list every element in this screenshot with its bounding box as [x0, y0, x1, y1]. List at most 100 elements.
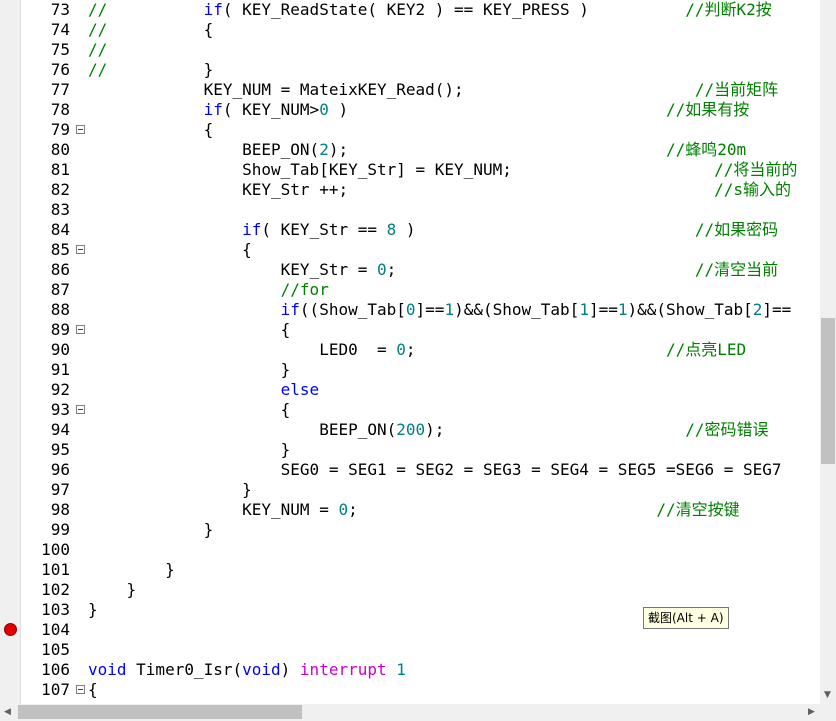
code-line[interactable]: 97 } — [0, 480, 820, 500]
code-line[interactable]: 87 //for — [0, 280, 820, 300]
code-token: } — [88, 520, 214, 539]
code-number: 0 — [376, 260, 387, 279]
code-text[interactable]: BEEP_ON(2); //蜂鸣20m — [88, 140, 746, 160]
screenshot-tooltip: 截图(Alt + A) — [643, 607, 729, 629]
code-line[interactable]: 83 — [0, 200, 820, 220]
code-line[interactable]: 92 else — [0, 380, 820, 400]
vertical-scroll-thumb[interactable] — [821, 318, 835, 464]
scroll-left-arrow-icon[interactable]: ◀ — [4, 707, 11, 717]
code-line[interactable]: 101 } — [0, 560, 820, 580]
code-text[interactable]: { — [88, 680, 98, 700]
fold-toggle-icon[interactable] — [76, 685, 85, 694]
code-text[interactable]: else — [88, 380, 320, 400]
code-comment: //当前矩阵 — [694, 80, 779, 99]
code-line[interactable]: 90 LED0 = 0; //点亮LED — [0, 340, 820, 360]
code-token: ; — [386, 260, 397, 279]
code-line[interactable]: 77 KEY_NUM = MateixKEY_Read(); //当前矩阵 — [0, 80, 820, 100]
code-text[interactable]: void Timer0_Isr(void) interrupt 1 — [88, 660, 406, 680]
code-text[interactable]: //for — [88, 280, 329, 300]
code-text[interactable]: { — [88, 400, 291, 420]
code-text[interactable]: BEEP_ON(200); //密码错误 — [88, 420, 768, 440]
code-text[interactable]: } — [88, 580, 137, 600]
code-text[interactable]: // — [88, 40, 107, 60]
code-line[interactable]: 89 { — [0, 320, 820, 340]
code-line[interactable]: 84 if( KEY_Str == 8 ) //如果密码 — [0, 220, 820, 240]
code-line[interactable]: 75 // — [0, 40, 820, 60]
code-keyword: if — [280, 300, 300, 319]
code-line[interactable]: 99 } — [0, 520, 820, 540]
code-line[interactable]: 96 SEG0 = SEG1 = SEG2 = SEG3 = SEG4 = SE… — [0, 460, 820, 480]
code-line[interactable]: 95 } — [0, 440, 820, 460]
code-token: ]== — [762, 300, 792, 319]
line-number: 87 — [50, 280, 70, 299]
code-comment: //如果有按 — [665, 100, 750, 119]
code-text[interactable]: } — [88, 360, 291, 380]
code-text[interactable]: } — [88, 600, 98, 620]
code-text[interactable]: LED0 = 0; //点亮LED — [88, 340, 746, 360]
code-text[interactable]: } — [88, 440, 291, 460]
code-text[interactable]: } — [88, 520, 214, 540]
code-text[interactable]: // { — [88, 20, 213, 40]
code-line[interactable]: 93 { — [0, 400, 820, 420]
code-text[interactable]: KEY_NUM = MateixKEY_Read(); //当前矩阵 — [88, 80, 779, 100]
code-token: KEY_Str = — [88, 260, 377, 279]
code-line[interactable]: 105 — [0, 640, 820, 660]
code-line[interactable]: 80 BEEP_ON(2); //蜂鸣20m — [0, 140, 820, 160]
code-editor[interactable]: 73// if( KEY_ReadState( KEY2 ) == KEY_PR… — [0, 0, 820, 704]
code-line[interactable]: 107 { — [0, 680, 820, 700]
code-line[interactable]: 73 // if( KEY_ReadState( KEY2 ) == KEY_PR… — [0, 0, 820, 20]
code-line[interactable]: 85 { — [0, 240, 820, 260]
code-number: 2 — [319, 140, 329, 159]
code-line[interactable]: 78 if( KEY_NUM>0 ) //如果有按 — [0, 100, 820, 120]
code-line[interactable]: 81 Show_Tab[KEY_Str] = KEY_NUM; //将当前的 — [0, 160, 820, 180]
code-line[interactable]: 106 void Timer0_Isr(void) interrupt 1 — [0, 660, 820, 680]
code-text[interactable]: // } — [88, 60, 213, 80]
code-line[interactable]: 74 // { — [0, 20, 820, 40]
code-token: BEEP_ON( — [88, 420, 397, 439]
code-text[interactable]: if( KEY_NUM>0 ) //如果有按 — [88, 100, 750, 120]
code-text[interactable]: { — [88, 240, 252, 260]
code-token: } — [88, 480, 252, 499]
fold-toggle-icon[interactable] — [76, 405, 85, 414]
code-line[interactable]: 91 } — [0, 360, 820, 380]
code-text[interactable]: } — [88, 480, 252, 500]
code-token: { — [107, 20, 214, 39]
code-text[interactable]: Show_Tab[KEY_Str] = KEY_NUM; //将当前的 — [88, 160, 797, 180]
scroll-right-arrow-icon[interactable]: ▶ — [808, 707, 815, 717]
code-line[interactable]: 102 } — [0, 580, 820, 600]
code-number: 1 — [444, 300, 455, 319]
code-line[interactable]: 98 KEY_NUM = 0; //清空按键 — [0, 500, 820, 520]
code-text[interactable]: KEY_NUM = 0; //清空按键 — [88, 500, 740, 520]
code-text[interactable]: { — [88, 320, 291, 340]
code-text[interactable]: // if( KEY_ReadState( KEY2 ) == KEY_PRES… — [88, 0, 772, 20]
code-number: 0 — [396, 340, 406, 359]
scroll-down-arrow-icon[interactable]: ▼ — [824, 690, 831, 700]
code-line[interactable]: 82 KEY_Str ++; //s输入的 — [0, 180, 820, 200]
code-line[interactable]: 88 if((Show_Tab[0]==1)&&(Show_Tab[1]==1)… — [0, 300, 820, 320]
fold-toggle-icon[interactable] — [76, 125, 85, 134]
code-token: } — [88, 440, 291, 459]
line-number: 78 — [50, 100, 70, 119]
code-line[interactable]: 100 — [0, 540, 820, 560]
code-token: { — [88, 120, 214, 139]
code-line[interactable]: 94 BEEP_ON(200); //密码错误 — [0, 420, 820, 440]
breakpoint-icon[interactable] — [4, 623, 17, 636]
code-token: ( KEY_Str == — [261, 220, 387, 239]
code-comment: //for — [280, 280, 329, 299]
code-line[interactable]: 79 { — [0, 120, 820, 140]
fold-toggle-icon[interactable] — [76, 325, 85, 334]
code-text[interactable]: if( KEY_Str == 8 ) //如果密码 — [88, 220, 778, 240]
code-number: 8 — [386, 220, 397, 239]
code-line[interactable]: 76 // } — [0, 60, 820, 80]
code-line[interactable]: 86 KEY_Str = 0; //清空当前 — [0, 260, 820, 280]
code-text[interactable]: if((Show_Tab[0]==1)&&(Show_Tab[1]==1)&&(… — [88, 300, 792, 320]
fold-toggle-icon[interactable] — [76, 245, 85, 254]
code-text[interactable]: { — [88, 120, 214, 140]
code-text[interactable]: SEG0 = SEG1 = SEG2 = SEG3 = SEG4 = SEG5 … — [88, 460, 782, 480]
code-text[interactable]: KEY_Str = 0; //清空当前 — [88, 260, 779, 280]
code-text[interactable]: KEY_Str ++; //s输入的 — [88, 180, 791, 200]
horizontal-scroll-thumb[interactable] — [18, 705, 302, 719]
code-text[interactable]: } — [88, 560, 175, 580]
